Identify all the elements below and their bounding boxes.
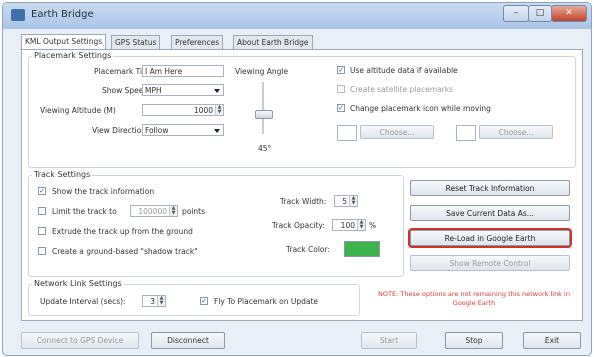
track-opacity-input[interactable]: 100 ▲ ▼ [332, 219, 366, 231]
viewing-altitude-input[interactable]: 1000 ▲ ▼ [142, 104, 224, 116]
fly-to-placemark-label: Fly To Placemark on Update [214, 297, 319, 306]
show-remote-control-button[interactable]: Show Remote Control [410, 255, 570, 271]
spin-arrows-icon[interactable]: ▲ ▼ [349, 196, 357, 206]
show-speed-select[interactable]: MPH [142, 84, 224, 96]
spin-arrows-icon[interactable]: ▲ ▼ [169, 206, 177, 216]
update-interval-label: Update Interval (secs): [40, 297, 126, 306]
change-icon-label: Change placemark icon while moving [350, 104, 491, 113]
use-altitude-label: Use altitude data if available [350, 66, 458, 75]
extrude-track-label: Extrude the track up from the ground [52, 227, 193, 236]
show-track-checkbox[interactable]: ✓ [38, 187, 46, 195]
track-width-input[interactable]: 5 ▲ ▼ [334, 195, 358, 207]
placemark-settings-label: Placemark Settings [32, 51, 114, 60]
shadow-track-label: Create a ground-based "shadow track" [52, 247, 198, 256]
viewing-angle-value: 45° [258, 144, 272, 153]
close-button[interactable]: ✕ [551, 5, 587, 22]
use-altitude-checkbox[interactable]: ✓ [337, 66, 345, 74]
change-icon-checkbox[interactable]: ✓ [337, 104, 345, 112]
extrude-track-checkbox[interactable] [38, 227, 46, 235]
moving-icon-preview [456, 125, 476, 141]
viewing-angle-track [262, 82, 264, 134]
limit-track-checkbox[interactable] [38, 207, 46, 215]
track-opacity-label: Track Opacity: [272, 221, 325, 230]
track-settings-label: Track Settings [32, 170, 93, 179]
create-satellite-label: Create satellite placemarks [350, 85, 453, 94]
chevron-down-icon [214, 129, 220, 133]
viewing-angle-label: Viewing Angle [235, 67, 289, 76]
limit-track-input[interactable]: 100000 ▲ ▼ [130, 205, 178, 217]
exit-button[interactable]: Exit [523, 332, 581, 349]
track-color-swatch[interactable] [344, 241, 380, 257]
maximize-button[interactable]: □ [528, 5, 552, 22]
app-window: Earth Bridge – □ ✕ KML Output Settings G… [2, 2, 592, 356]
save-data-button[interactable]: Save Current Data As... [410, 205, 570, 221]
choose-moving-icon-button[interactable]: Choose... [479, 125, 553, 139]
stop-button[interactable]: Stop [445, 332, 503, 349]
spin-arrows-icon[interactable]: ▲ ▼ [215, 105, 223, 115]
track-opacity-suffix: % [369, 221, 377, 230]
view-direction-label: View Direction [92, 126, 147, 135]
track-width-label: Track Width: [280, 197, 327, 206]
update-interval-value: 3 [150, 297, 155, 306]
title-bar: Earth Bridge – □ ✕ [3, 3, 591, 29]
disconnect-button[interactable]: Disconnect [151, 332, 225, 349]
globe-icon [11, 9, 25, 21]
network-link-label: Network Link Settings [32, 279, 124, 288]
track-opacity-value: 100 [340, 221, 355, 230]
start-button[interactable]: Start [361, 332, 417, 349]
show-track-label: Show the track information [52, 187, 155, 196]
spin-arrows-icon[interactable]: ▲ ▼ [357, 220, 365, 230]
viewing-altitude-label: Viewing Altitude (M) [40, 106, 116, 115]
placemark-icon-preview [337, 125, 357, 141]
network-note: NOTE: These options are not remaining th… [378, 290, 570, 307]
tab-kml-output[interactable]: KML Output Settings [21, 34, 107, 50]
viewing-angle-slider[interactable] [255, 110, 273, 119]
minimize-button[interactable]: – [503, 5, 529, 22]
view-direction-select[interactable]: Follow [142, 124, 224, 136]
spin-arrows-icon[interactable]: ▲ ▼ [157, 296, 165, 306]
placemark-title-input[interactable]: I Am Here [142, 65, 224, 77]
reload-google-earth-button[interactable]: Re-Load in Google Earth [408, 228, 572, 248]
create-satellite-checkbox[interactable] [337, 85, 345, 93]
shadow-track-checkbox[interactable] [38, 247, 46, 255]
viewing-altitude-value: 1000 [193, 106, 213, 115]
connect-gps-button[interactable]: Connect to GPS Device [21, 332, 139, 349]
chevron-down-icon [214, 89, 220, 93]
window-title: Earth Bridge [31, 9, 94, 20]
track-width-value: 5 [342, 197, 347, 206]
track-color-label: Track Color: [286, 245, 330, 254]
update-interval-input[interactable]: 3 ▲ ▼ [142, 295, 166, 307]
choose-icon-button[interactable]: Choose... [360, 125, 434, 139]
limit-track-value: 100000 [138, 207, 167, 216]
tab-gps-status[interactable]: GPS Status [111, 35, 161, 49]
reset-track-button[interactable]: Reset Track Information [410, 180, 570, 196]
tab-about[interactable]: About Earth Bridge [233, 35, 313, 49]
limit-track-suffix: points [182, 207, 206, 216]
show-speed-value: MPH [145, 86, 162, 95]
view-direction-value: Follow [145, 126, 169, 135]
limit-track-label: Limit the track to [52, 207, 117, 216]
fly-to-placemark-checkbox[interactable]: ✓ [200, 297, 208, 305]
settings-panel: Placemark Settings Placemark Title I Am … [21, 49, 583, 321]
tab-preferences[interactable]: Preferences [171, 35, 224, 49]
